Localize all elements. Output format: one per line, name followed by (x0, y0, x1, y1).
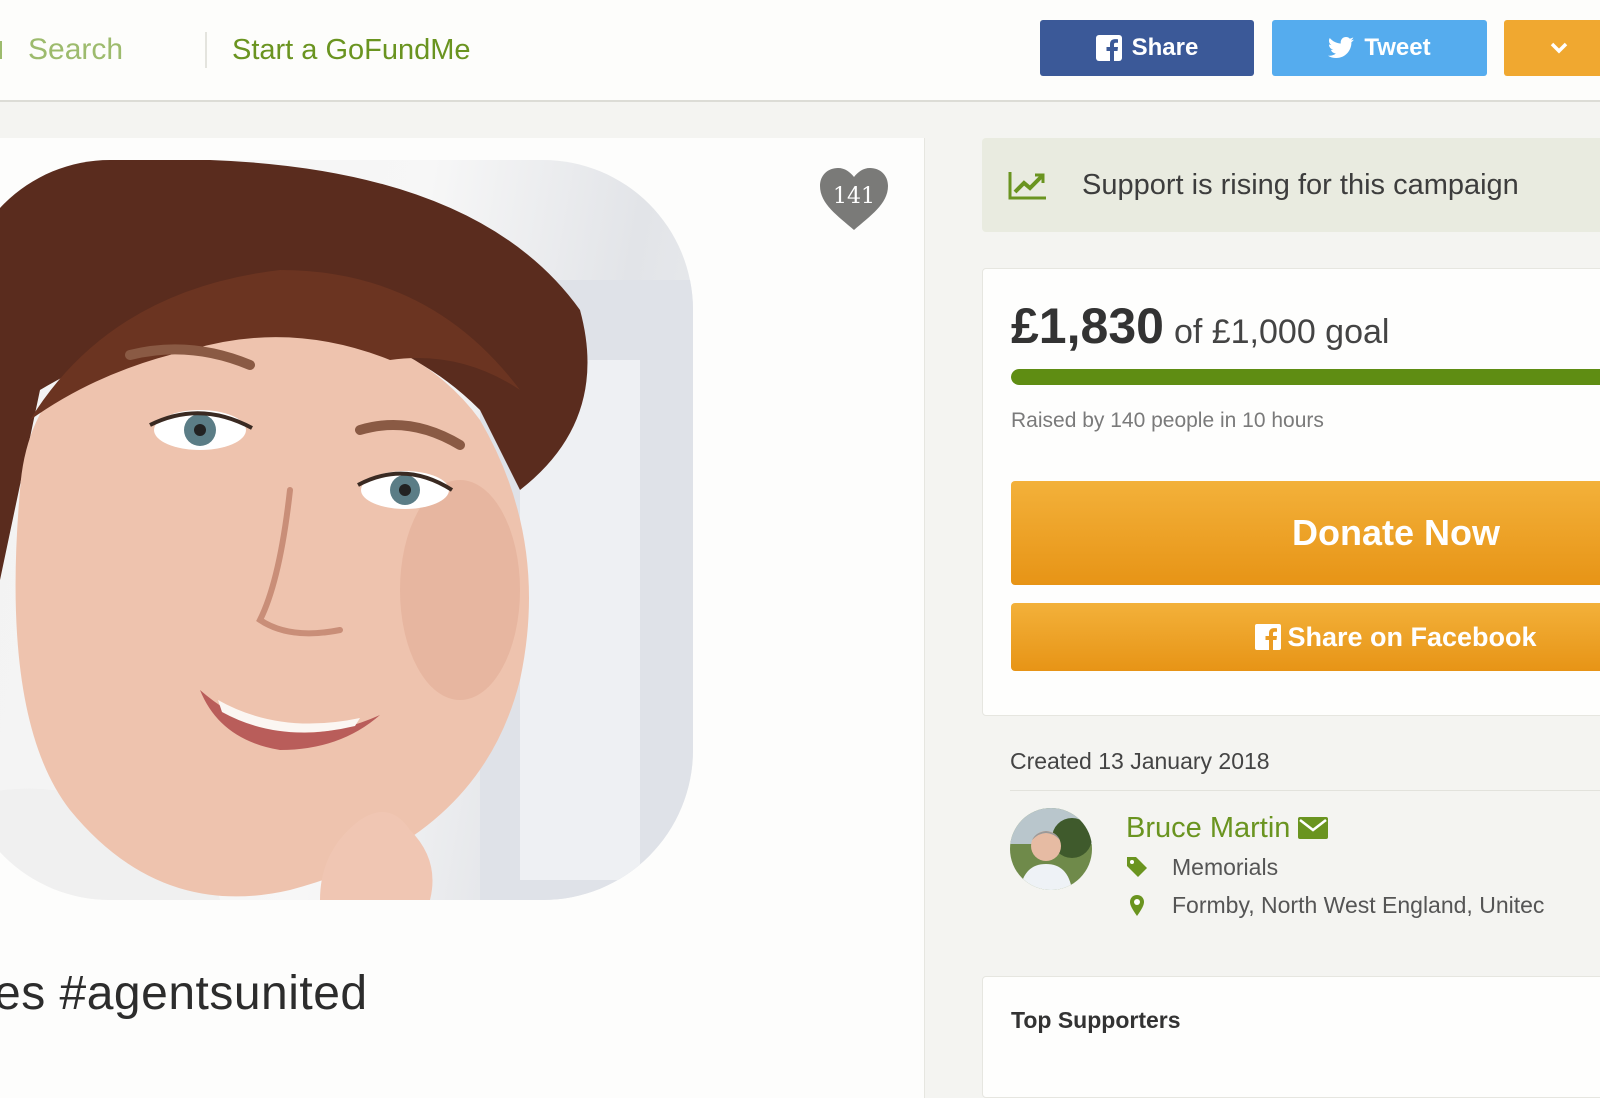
chevron-down-icon (1550, 42, 1568, 54)
nav-divider (205, 32, 207, 68)
progress-bar-fill (1011, 369, 1600, 385)
donate-now-button[interactable]: Donate Now (1011, 481, 1600, 585)
category-row[interactable]: Memorials (1126, 850, 1278, 884)
start-gofundme-label: Start a GoFundMe (232, 33, 471, 66)
divider (1010, 790, 1600, 791)
facebook-share-button[interactable]: Share (1040, 20, 1254, 76)
support-rising-banner: Support is rising for this campaign (982, 138, 1600, 232)
amount-raised: £1,830 (1011, 298, 1164, 354)
donation-progress-card: £1,830 of £1,000 goal Raised by 140 peop… (982, 268, 1600, 716)
search-label: Search (28, 33, 124, 66)
organizer-name: Bruce Martin (1126, 811, 1291, 844)
trend-up-icon (1008, 172, 1046, 200)
top-nav: Search Start a GoFundMe Share Tweet (0, 0, 1600, 102)
top-supporters-title: Top Supporters (1011, 1007, 1181, 1033)
share-on-facebook-button[interactable]: Share on Facebook (1011, 603, 1600, 671)
location-row: Formby, North West England, Unitec (1126, 888, 1544, 922)
goal-text: of £1,000 goal (1173, 313, 1390, 351)
mail-icon[interactable] (1298, 817, 1329, 839)
created-date: Created 13 January 2018 (1010, 748, 1270, 774)
donate-now-label: Donate Now (1291, 512, 1500, 553)
category-label: Memorials (1172, 853, 1279, 880)
share-on-facebook-label: Share on Facebook (1287, 621, 1537, 652)
search-link[interactable]: Search (0, 28, 123, 72)
start-gofundme-link[interactable]: Start a GoFundMe (232, 28, 471, 72)
tweet-button[interactable]: Tweet (1272, 20, 1487, 76)
map-pin-icon (1130, 895, 1144, 916)
tweet-label: Tweet (1364, 34, 1431, 61)
twitter-icon (1328, 37, 1355, 58)
organizer-name-link[interactable]: Bruce Martin (1126, 808, 1329, 848)
top-supporters-card: Top Supporters (982, 976, 1600, 1098)
raised-by-text: Raised by 140 people in 10 hours (1011, 409, 1324, 432)
campaign-title: es #agentsunited (0, 967, 368, 1020)
facebook-share-label: Share (1131, 34, 1199, 61)
tag-icon (1127, 857, 1147, 877)
amount-line: £1,830 of £1,000 goal (1011, 297, 1389, 355)
heart-button[interactable]: 141 (818, 166, 890, 232)
campaign-photo (0, 160, 693, 900)
more-share-button[interactable] (1504, 20, 1600, 76)
search-icon (0, 41, 2, 59)
organizer-avatar[interactable] (1010, 808, 1092, 890)
facebook-icon (1255, 624, 1282, 650)
heart-count: 141 (833, 184, 875, 209)
progress-bar (1011, 369, 1600, 385)
support-rising-text: Support is rising for this campaign (1082, 168, 1519, 201)
facebook-icon (1095, 35, 1122, 61)
location-label: Formby, North West England, Unitec (1172, 891, 1545, 918)
